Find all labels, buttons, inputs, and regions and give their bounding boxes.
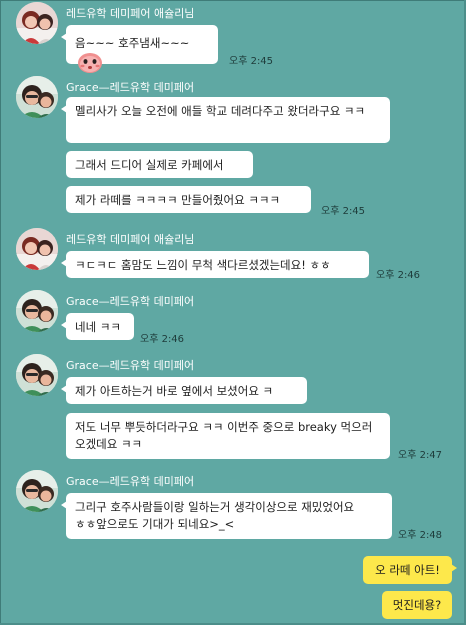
avatar-ashley[interactable] xyxy=(16,2,58,44)
message-text: 오 라떼 아트! xyxy=(375,563,440,577)
message-bubble[interactable]: 그리구 호주사람들이랑 일하는거 생각이상으로 재밌었어요 ㅎㅎ앞으로도 기대가… xyxy=(61,493,392,539)
message-time: 오후 2:46 xyxy=(376,270,421,281)
message-text: 네네 ㅋㅋ xyxy=(75,320,121,334)
my-message-bubble[interactable]: 멋진데용? xyxy=(382,591,452,619)
message-bubble[interactable]: 음~~~ 호주냄새~~~ xyxy=(61,25,218,73)
sender-name: Grace—레드유학 데미페어 xyxy=(66,359,195,372)
message-time: 오후 2:47 xyxy=(398,450,443,461)
message-text: 저도 너무 뿌듯하더라구요 ㅋㅋ 이번주 중으로 breaky 먹으러 오겠데요… xyxy=(75,420,373,451)
avatar-grace[interactable] xyxy=(16,354,58,396)
avatar-grace[interactable] xyxy=(16,470,58,512)
message-bubble[interactable]: 제가 라떼를 ㅋㅋㅋㅋ 만들어줬어요 ㅋㅋㅋ xyxy=(66,186,311,213)
message-text: 음~~~ 호주냄새~~~ xyxy=(75,36,190,50)
message-time: 오후 2:45 xyxy=(321,206,366,217)
message-bubble[interactable]: 저도 너무 뿌듯하더라구요 ㅋㅋ 이번주 중으로 breaky 먹으러 오겠데요… xyxy=(66,413,390,459)
message-text: 멜리사가 오늘 오전에 애들 학교 데려다주고 왔더라구요 ㅋㅋ xyxy=(75,104,366,118)
sender-name: 레드유학 데미페어 애슐리님 xyxy=(66,233,195,246)
message-bubble[interactable]: 멜리사가 오늘 오전에 애들 학교 데려다주고 왔더라구요 ㅋㅋ xyxy=(61,97,390,143)
message-text: 제가 아트하는거 바로 옆에서 보셨어요 ㅋ xyxy=(75,384,274,398)
message-text: ㅋㄷㅋㄷ 홈맘도 느낌이 무척 색다르셨겠는데요! ㅎㅎ xyxy=(75,258,331,272)
my-message-bubble[interactable]: 오 라떼 아트! xyxy=(363,556,457,584)
avatar-ashley[interactable] xyxy=(16,228,58,270)
avatar-grace[interactable] xyxy=(16,76,58,118)
message-text: 그리구 호주사람들이랑 일하는거 생각이상으로 재밌었어요 ㅎㅎ앞으로도 기대가… xyxy=(75,500,355,531)
message-bubble[interactable]: ㅋㄷㅋㄷ 홈맘도 느낌이 무척 색다르셨겠는데요! ㅎㅎ xyxy=(61,251,369,278)
sender-name: Grace—레드유학 데미페어 xyxy=(66,295,195,308)
avatar-grace[interactable] xyxy=(16,290,58,332)
message-time: 오후 2:48 xyxy=(398,530,443,541)
message-text: 멋진데용? xyxy=(392,598,442,612)
message-text: 그래서 드디어 실제로 카페에서 xyxy=(75,158,224,172)
message-time: 오후 2:46 xyxy=(140,334,185,345)
window-border-left xyxy=(0,0,1,625)
message-bubble[interactable]: 제가 아트하는거 바로 옆에서 보셨어요 ㅋ xyxy=(61,377,307,404)
message-text: 제가 라떼를 ㅋㅋㅋㅋ 만들어줬어요 ㅋㅋㅋ xyxy=(75,193,281,207)
blushing-face-emoji xyxy=(78,53,102,73)
sender-name: Grace—레드유학 데미페어 xyxy=(66,475,195,488)
message-bubble[interactable]: 네네 ㅋㅋ xyxy=(61,313,134,340)
message-time: 오후 2:45 xyxy=(229,56,274,67)
message-bubble[interactable]: 그래서 드디어 실제로 카페에서 xyxy=(66,151,253,178)
window-border-top xyxy=(0,0,466,1)
sender-name: 레드유학 데미페어 애슐리님 xyxy=(66,7,195,20)
sender-name: Grace—레드유학 데미페어 xyxy=(66,81,195,94)
